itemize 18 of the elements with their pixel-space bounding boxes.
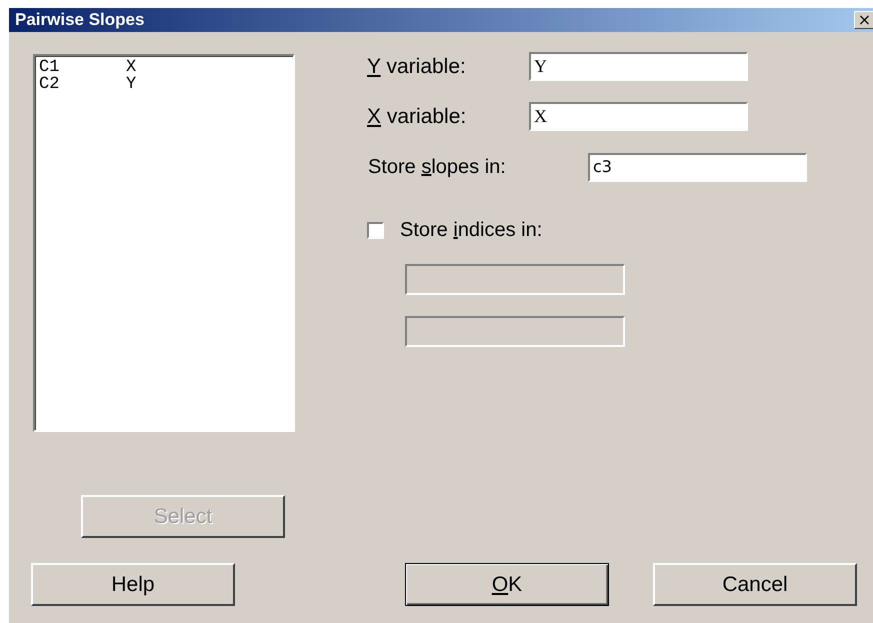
checkbox[interactable] <box>367 222 384 239</box>
cancel-button[interactable]: Cancel <box>653 563 857 606</box>
variables-list[interactable]: C1 X C2 Y <box>33 54 295 432</box>
window-title: Pairwise Slopes <box>14 10 144 30</box>
help-button[interactable]: Help <box>31 563 235 606</box>
field-label: X variable: <box>367 104 468 128</box>
field-label: Y variable: <box>367 54 467 78</box>
input-field[interactable]: X <box>529 102 748 131</box>
input-field[interactable]: c3 <box>588 153 807 182</box>
ok-button[interactable]: OK <box>405 563 609 606</box>
list-item[interactable]: Y <box>126 76 136 93</box>
list-item[interactable]: C2 <box>39 76 126 93</box>
close-button[interactable]: × <box>854 11 873 29</box>
list-item[interactable]: X <box>126 59 136 76</box>
input-field[interactable]: Y <box>529 52 748 81</box>
field-label: Store slopes in: <box>368 156 507 179</box>
list-item[interactable]: C1 <box>39 59 126 76</box>
checkbox-label: Store indices in: <box>400 219 542 242</box>
